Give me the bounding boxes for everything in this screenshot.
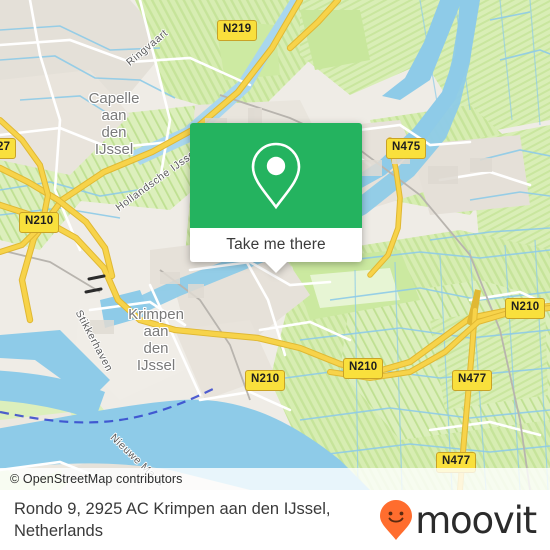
moovit-logo[interactable]: moovit (379, 498, 537, 542)
shield-n477-upper[interactable]: N477 (452, 370, 493, 391)
location-pin-icon (251, 142, 301, 209)
place-label-capelle-aan-den-ijssel: Capelle aan den IJssel (88, 90, 140, 158)
take-me-there-label: Take me there (226, 236, 326, 253)
moovit-pin-icon (380, 500, 413, 540)
map-screenshot-page: Capelle aan den IJssel Krimpen aan den I… (0, 0, 550, 550)
place-label-krimpen-aan-den-ijssel: Krimpen aan den IJssel (128, 306, 184, 374)
osm-attribution-bar[interactable]: © OpenStreetMap contributors (0, 468, 550, 490)
shield-n210-south[interactable]: N210 (245, 370, 286, 391)
shield-n210-east[interactable]: N210 (505, 298, 546, 319)
shield-n210-center[interactable]: N210 (343, 358, 384, 379)
shield-n210-west[interactable]: N210 (19, 212, 60, 233)
moovit-wordmark: moovit (415, 498, 537, 542)
shield-a27[interactable]: 27 (0, 138, 17, 159)
location-popup[interactable]: Take me there (190, 123, 362, 273)
popup-header (190, 123, 362, 228)
address-text: Rondo 9, 2925 AC Krimpen aan den IJssel,… (14, 500, 331, 540)
map-canvas[interactable]: Capelle aan den IJssel Krimpen aan den I… (0, 0, 550, 490)
popup-tail-arrow (265, 262, 287, 273)
shield-n475[interactable]: N475 (386, 138, 427, 159)
shield-n219[interactable]: N219 (217, 20, 258, 41)
osm-attribution-text: © OpenStreetMap contributors (10, 472, 183, 486)
popup-footer[interactable]: Take me there (190, 228, 362, 262)
page-footer: Rondo 9, 2925 AC Krimpen aan den IJssel,… (0, 490, 550, 550)
